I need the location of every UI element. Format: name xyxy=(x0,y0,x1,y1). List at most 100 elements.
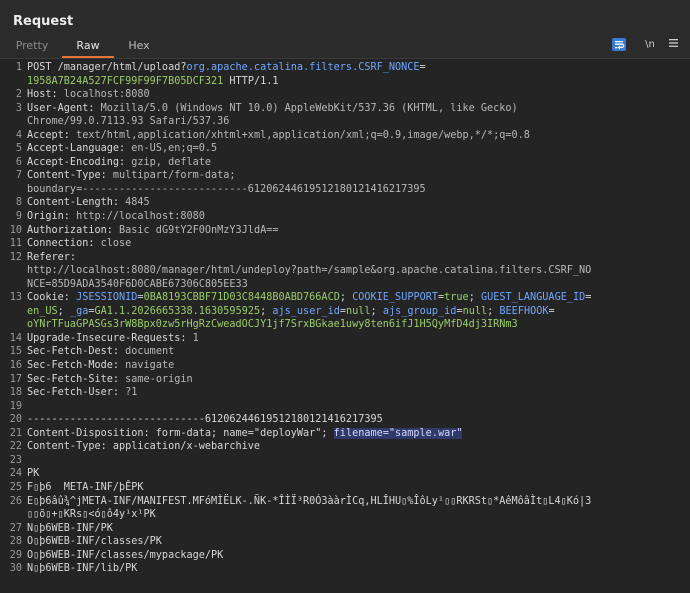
line-segment: localhost:8080 xyxy=(57,89,150,101)
line-number: 28 xyxy=(9,536,22,548)
line-segment: Content-Length: xyxy=(27,197,120,209)
line-text: NCE=85D9ADA3540F6D0CABE67306C805EE33 xyxy=(27,278,248,292)
line-segment: Sec-Fetch-User: xyxy=(27,387,120,399)
line-segment: Accept: xyxy=(27,129,70,141)
request-line: 21 Content-Disposition: form-data; name="… xyxy=(0,427,690,441)
line-number: 26 xyxy=(9,495,22,507)
line-segment: 1 xyxy=(186,332,199,344)
request-line: 3 User-Agent: Mozilla/5.0 (Windows NT 10.… xyxy=(0,102,690,116)
line-segment: ; xyxy=(487,305,500,317)
line-number: 18 xyxy=(9,387,22,399)
line-segment: 4845 xyxy=(119,197,150,209)
line-text: F▯þ6 META-INF/þÊPK xyxy=(27,481,144,495)
line-text: Chrome/99.0.7113.93 Safari/537.36 xyxy=(27,115,229,129)
request-line: 27 N▯þ6WEB-INF/PK xyxy=(0,522,690,536)
newline-toggle[interactable]: \n xyxy=(642,38,658,52)
line-segment: true xyxy=(444,292,469,304)
line-number: 19 xyxy=(9,400,22,412)
line-segment: ?1 xyxy=(119,387,138,399)
line-text: Upgrade-Insecure-Requests: 1 xyxy=(27,332,199,346)
line-segment: boundary=---------------------------6120… xyxy=(27,183,426,195)
request-line: 1 POST /manager/html/upload?org.apache.ca… xyxy=(0,61,690,75)
request-line: 11 Connection: close xyxy=(0,237,690,251)
request-line: 10 Authorization: Basic dG9tY2F0OnMzY3Jld… xyxy=(0,224,690,238)
line-text: ▯▯õ▯+▯KRs▯<ó▯ô4y¹x¹PK xyxy=(27,508,156,522)
line-segment: null xyxy=(462,305,488,317)
hamburger-menu-icon[interactable] xyxy=(668,38,678,52)
line-number: 7 xyxy=(15,170,22,182)
line-text: Host: localhost:8080 xyxy=(27,88,150,102)
line-segment: document xyxy=(119,346,175,358)
line-segment: _ga xyxy=(69,305,89,317)
request-line: 2 Host: localhost:8080 xyxy=(0,88,690,102)
line-segment: Host: xyxy=(27,89,58,101)
view-tabs: Pretty Raw Hex xyxy=(0,36,690,58)
line-segment: Content-Disposition: form-data; name="de… xyxy=(27,427,334,439)
request-line: 17 Sec-Fetch-Site: same-origin xyxy=(0,373,690,387)
line-segment: Sec-Fetch-Dest: xyxy=(27,346,120,358)
line-text: 1958A7B24A527FCF99F99F7B05DCF321 HTTP/1.… xyxy=(27,75,278,89)
line-text: -----------------------------61206244619… xyxy=(27,413,383,427)
line-segment: oYNrTFuaGPASGs3rW8Bpx0zw5rHgRzCweadOCJY1… xyxy=(27,319,518,331)
line-segment: O▯þ6WEB-INF/classes/PK xyxy=(27,536,162,548)
line-number: 17 xyxy=(9,373,22,385)
line-text: oYNrTFuaGPASGs3rW8Bpx0zw5rHgRzCweadOCJY1… xyxy=(27,318,518,332)
line-segment: Basic dG9tY2F0OnMzY3JldA== xyxy=(112,224,279,236)
line-text: Accept: text/html,application/xhtml+xml,… xyxy=(27,129,530,143)
line-text: Content-Length: 4845 xyxy=(27,196,150,210)
line-segment: -----------------------------61206244619… xyxy=(27,414,383,426)
line-segment: Content-Type: xyxy=(27,170,107,182)
line-segment: Referer: xyxy=(27,251,77,263)
line-segment: PK xyxy=(27,468,40,480)
request-line: 15 Sec-Fetch-Dest: document xyxy=(0,345,690,359)
line-segment: BEEFHOOK xyxy=(499,305,549,317)
request-line: boundary=---------------------------6120… xyxy=(0,183,690,197)
line-segment: Content-Type: application/x-webarchive xyxy=(27,441,261,453)
line-segment: null xyxy=(346,305,371,317)
tab-raw[interactable]: Raw xyxy=(62,36,114,58)
tab-pretty[interactable]: Pretty xyxy=(12,36,52,56)
request-line: 1958A7B24A527FCF99F99F7B05DCF321 HTTP/1.… xyxy=(0,75,690,89)
line-segment: gzip, deflate xyxy=(125,156,212,168)
line-segment: = xyxy=(548,305,555,317)
line-segment: en_US xyxy=(27,305,58,317)
line-text: Content-Disposition: form-data; name="de… xyxy=(27,427,463,441)
line-segment: Cookie: xyxy=(27,292,70,304)
line-text: Accept-Encoding: gzip, deflate xyxy=(27,156,211,170)
raw-request-editor[interactable]: 1 POST /manager/html/upload?org.apache.ca… xyxy=(0,58,690,593)
request-line: 20 -----------------------------612062446… xyxy=(0,413,690,427)
request-line: 9 Origin: http://localhost:8080 xyxy=(0,210,690,224)
line-segment: = xyxy=(585,292,592,304)
line-number: 29 xyxy=(9,549,22,561)
line-segment: filename="sample.war" xyxy=(333,427,463,439)
line-text: Sec-Fetch-Mode: navigate xyxy=(27,359,174,373)
line-text: N▯þ6WEB-INF/lib/PK xyxy=(27,562,137,576)
line-text: Origin: http://localhost:8080 xyxy=(27,210,205,224)
request-line: oYNrTFuaGPASGs3rW8Bpx0zw5rHgRzCweadOCJY1… xyxy=(0,318,690,332)
line-segment: ; xyxy=(260,305,273,317)
line-text: boundary=---------------------------6120… xyxy=(27,183,426,197)
line-segment: N▯þ6WEB-INF/lib/PK xyxy=(27,563,138,575)
line-number: 16 xyxy=(9,360,22,372)
request-line: 18 Sec-Fetch-User: ?1 xyxy=(0,386,690,400)
line-text: Content-Type: multipart/form-data; xyxy=(27,169,236,183)
line-number: 8 xyxy=(15,197,22,209)
word-wrap-icon[interactable] xyxy=(612,38,626,51)
request-line: 19 xyxy=(0,400,690,414)
line-segment: Sec-Fetch-Mode: xyxy=(27,360,120,372)
line-segment: E▯þ6âû¾^jMETA-INF/MANIFEST.MFóMÌËLK-.ÑK-… xyxy=(27,495,592,507)
line-number: 15 xyxy=(9,346,22,358)
tab-hex[interactable]: Hex xyxy=(122,36,156,56)
line-number: 5 xyxy=(15,143,22,155)
line-text: Sec-Fetch-User: ?1 xyxy=(27,386,137,400)
request-line: 16 Sec-Fetch-Mode: navigate xyxy=(0,359,690,373)
line-segment: Accept-Language: xyxy=(27,143,126,155)
line-number: 9 xyxy=(15,211,22,223)
line-number: 24 xyxy=(9,468,22,480)
line-text: Connection: close xyxy=(27,237,131,251)
line-segment: F▯þ6 META-INF/þÊPK xyxy=(27,481,144,493)
line-segment: Sec-Fetch-Site: xyxy=(27,373,120,385)
request-line: 4 Accept: text/html,application/xhtml+xml… xyxy=(0,129,690,143)
line-segment: Connection: xyxy=(27,238,95,250)
request-line: 12 Referer: xyxy=(0,251,690,265)
